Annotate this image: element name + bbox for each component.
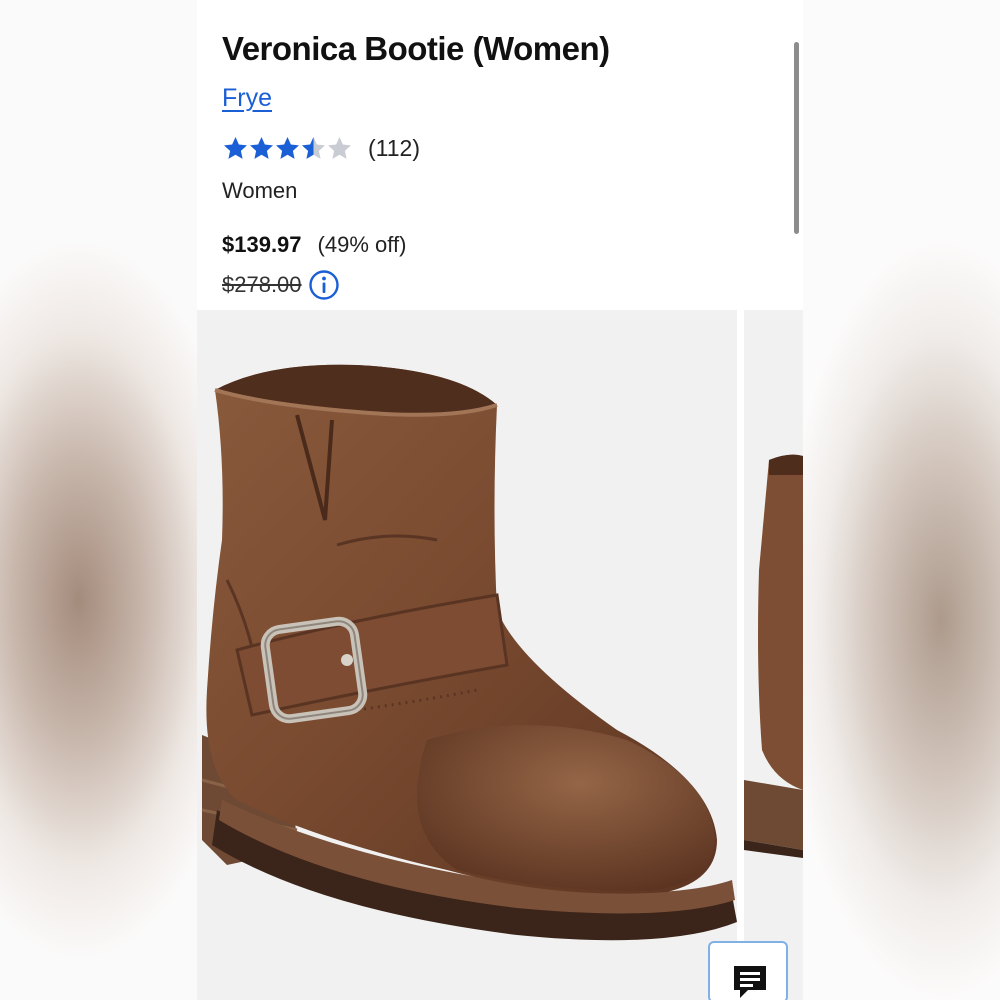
original-price-row: $278.00 [222,269,340,301]
image-gallery[interactable] [197,310,803,1000]
review-count: (112) [368,135,420,161]
scrollbar[interactable] [794,42,799,234]
boot-image [201,364,737,941]
product-category: Women [222,178,298,203]
star-empty-icon [328,137,351,159]
blurred-background-left [0,0,197,1000]
chat-icon [734,966,766,998]
product-title: Veronica Bootie (Women) [222,30,610,67]
sale-price: $139.97 [222,232,302,257]
info-circle-icon[interactable] [308,269,340,301]
product-screen: Veronica Bootie (Women) Frye (112) Women… [197,0,803,1000]
star-icon [224,137,247,159]
boot-image-peek [744,454,803,858]
original-price: $278.00 [222,272,302,297]
brand-link[interactable]: Frye [222,84,272,113]
star-icon [250,137,273,159]
price-row: $139.97 (49% off) [222,232,406,258]
blurred-background-right [803,0,1000,1000]
star-rating [222,135,352,162]
star-icon [276,137,299,159]
rating-row[interactable]: (112) [222,135,420,162]
product-image-main[interactable] [197,310,737,1000]
product-image-next-peek[interactable] [744,310,803,1000]
chat-button[interactable] [708,941,788,1000]
star-half-icon [302,137,325,159]
discount-label: (49% off) [317,232,407,257]
